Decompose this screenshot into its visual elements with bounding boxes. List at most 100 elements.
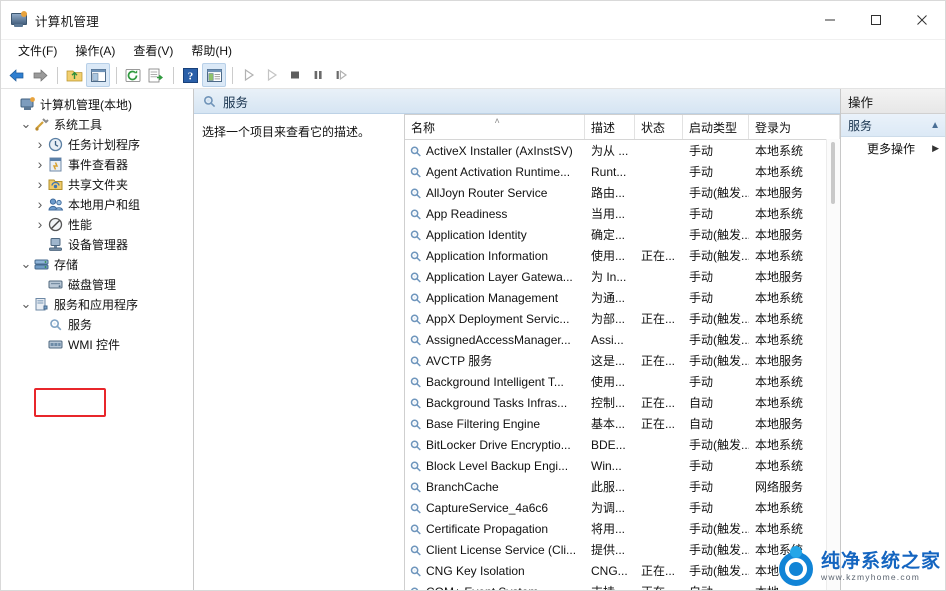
table-row[interactable]: Certificate Propagation 将用... 手动(触发... 本地系统 (405, 518, 840, 539)
cell-service-name: Application Information (405, 249, 585, 263)
table-row[interactable]: Application Information 使用... 正在... 手动(触发..… (405, 245, 840, 266)
table-row[interactable]: Application Layer Gatewa... 为 In... 手动 本地服务 (405, 266, 840, 287)
table-row[interactable]: Background Tasks Infras... 控制... 正在... 自动 本地… (405, 392, 840, 413)
close-button[interactable] (899, 1, 945, 39)
table-row[interactable]: Block Level Backup Engi... Win... 手动 本地系统 (405, 455, 840, 476)
table-row[interactable]: Agent Activation Runtime... Runt... 手动 本地系统 (405, 161, 840, 182)
forward-icon[interactable] (29, 64, 51, 86)
cell-startup-type: 手动 (689, 501, 714, 515)
list-scrollbar[interactable] (826, 139, 840, 590)
column-status[interactable]: 状态 (635, 115, 683, 139)
description-text: 选择一个项目来查看它的描述。 (202, 125, 371, 139)
up-folder-icon[interactable] (63, 64, 85, 86)
tree-local-users-groups[interactable]: › 本地用户和组 (1, 194, 193, 214)
tree-disk-management[interactable]: 磁盘管理 (1, 274, 193, 294)
refresh-icon[interactable] (122, 64, 144, 86)
table-row[interactable]: CNG Key Isolation CNG... 正在... 手动(触发... 本地 (405, 560, 840, 581)
table-row[interactable]: Background Intelligent T... 使用... 手动 本地系统 (405, 371, 840, 392)
tree-storage[interactable]: ⌄ 存储 (1, 254, 193, 274)
collapse-up-icon[interactable]: ▲ (930, 120, 940, 131)
cell-startup-type: 手动(触发... (689, 333, 749, 347)
menu-action[interactable]: 操作(A) (66, 40, 124, 62)
table-row[interactable]: CaptureService_4a6c6 为调... 手动 本地系统 (405, 497, 840, 518)
cell-service-name: App Readiness (405, 207, 585, 221)
back-icon[interactable] (6, 64, 28, 86)
table-row[interactable]: ActiveX Installer (AxInstSV) 为从 ... 手动 本地系统 (405, 140, 840, 161)
service-gear-icon (408, 333, 423, 347)
menu-help[interactable]: 帮助(H) (182, 40, 241, 62)
chevron-right-icon: ▶ (932, 142, 939, 153)
tree-services-applications-label: 服务和应用程序 (54, 297, 139, 312)
pane-title: 服务 (223, 95, 249, 110)
clock-icon (47, 136, 64, 152)
export-list-icon[interactable] (145, 64, 167, 86)
show-hide-tree-icon[interactable] (86, 63, 110, 87)
table-row[interactable]: Application Management 为通... 手动 本地系统 (405, 287, 840, 308)
tree-device-manager[interactable]: 设备管理器 (1, 234, 193, 254)
table-row[interactable]: Application Identity 确定... 手动(触发... 本地服务 (405, 224, 840, 245)
tree-shared-folders[interactable]: › 共享文件夹 (1, 174, 193, 194)
cell-service-name: AppX Deployment Servic... (405, 312, 585, 326)
service-gear-icon (408, 270, 423, 284)
service-gear-icon (408, 186, 423, 200)
chevron-right-icon[interactable]: › (33, 216, 47, 232)
tree-storage-label: 存储 (54, 257, 79, 272)
maximize-button[interactable] (853, 1, 899, 39)
table-row[interactable]: App Readiness 当用... 手动 本地系统 (405, 203, 840, 224)
chevron-right-icon[interactable]: › (33, 176, 47, 192)
tree-disk-management-label: 磁盘管理 (68, 277, 117, 292)
tree-event-viewer[interactable]: › 事件查看器 (1, 154, 193, 174)
table-row[interactable]: AVCTP 服务 这是... 正在... 手动(触发... 本地服务 (405, 350, 840, 371)
action-more-actions[interactable]: 更多操作 ▶ (841, 137, 945, 159)
chevron-down-icon[interactable]: ⌄ (19, 117, 33, 130)
table-row[interactable]: COM+ Event System支持...正在...自动本地 (405, 581, 840, 590)
properties-icon[interactable] (202, 63, 226, 87)
column-description[interactable]: 描述 (585, 115, 635, 139)
column-logon-as[interactable]: 登录为 (749, 115, 840, 139)
chevron-right-icon[interactable]: › (33, 136, 47, 152)
column-name[interactable]: 名称 ˄ (405, 115, 585, 139)
tree-services[interactable]: 服务 (1, 314, 193, 334)
service-name-label: Base Filtering Engine (426, 416, 541, 431)
chevron-right-icon[interactable]: › (33, 196, 47, 212)
chevron-down-icon[interactable]: ⌄ (19, 297, 33, 310)
tree-performance[interactable]: › 性能 (1, 214, 193, 234)
service-name-label: Application Identity (426, 227, 527, 242)
cell-service-name: Block Level Backup Engi... (405, 459, 585, 473)
chevron-down-icon[interactable]: ⌄ (19, 257, 33, 270)
table-row[interactable]: Client License Service (Cli... 提供... 手动(触发… (405, 539, 840, 560)
menu-view[interactable]: 查看(V) (124, 40, 182, 62)
tree-computer-management[interactable]: 计算机管理(本地) (1, 94, 193, 114)
scrollbar-thumb[interactable] (831, 142, 835, 204)
cell-description: 支持... (585, 583, 635, 590)
tree-wmi-control[interactable]: WMI 控件 (1, 334, 193, 354)
table-row[interactable]: AppX Deployment Servic... 为部... 正在... 手动(触发… (405, 308, 840, 329)
console-tree: 计算机管理(本地) ⌄ 系统工具 › 任务计划程序 › 事件查看器 › 共享文件夹 › 本地用户和组… (1, 89, 194, 590)
tree-task-scheduler[interactable]: › 任务计划程序 (1, 134, 193, 154)
cell-description: 使用... (591, 249, 626, 263)
table-row[interactable]: BranchCache 此服... 手动 网络服务 (405, 476, 840, 497)
help-icon[interactable]: ? (179, 64, 201, 86)
cell-startup-type: 手动(触发... (689, 354, 749, 368)
tree-computer-management-label: 计算机管理(本地) (40, 97, 132, 112)
table-row[interactable]: Base Filtering Engine 基本... 正在... 自动 本地服务 (405, 413, 840, 434)
table-row[interactable]: AssignedAccessManager... Assi... 手动(触发... 本… (405, 329, 840, 350)
service-gear-icon (408, 438, 423, 452)
minimize-button[interactable] (807, 1, 853, 39)
service-name-label: Client License Service (Cli... (426, 542, 577, 557)
tree-services-applications[interactable]: ⌄ 服务和应用程序 (1, 294, 193, 314)
menu-file[interactable]: 文件(F) (9, 40, 66, 62)
table-row[interactable]: BitLocker Drive Encryptio... BDE... 手动(触发.… (405, 434, 840, 455)
column-startup-type[interactable]: 启动类型 (683, 115, 749, 139)
service-gear-icon (408, 459, 423, 473)
chevron-right-icon[interactable]: › (33, 156, 47, 172)
cell-service-name: AllJoyn Router Service (405, 186, 585, 200)
cell-description: BDE... (591, 437, 626, 452)
cell-startup-type: 手动 (689, 270, 714, 284)
service-name-label: CaptureService_4a6c6 (426, 500, 549, 515)
tree-device-manager-label: 设备管理器 (68, 237, 129, 252)
window-title: 计算机管理 (35, 14, 100, 29)
tree-system-tools[interactable]: ⌄ 系统工具 (1, 114, 193, 134)
actions-section-services[interactable]: 服务 ▲ (841, 114, 945, 137)
table-row[interactable]: AllJoyn Router Service 路由... 手动(触发... 本地服务 (405, 182, 840, 203)
